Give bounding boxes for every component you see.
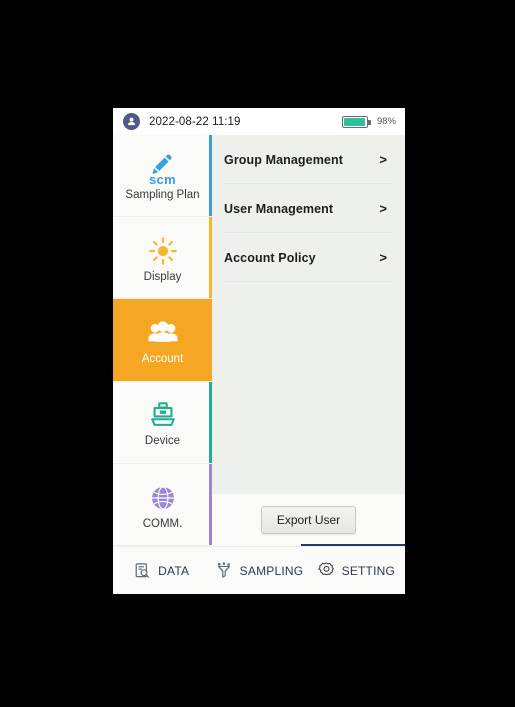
sampling-funnel-icon [215, 562, 233, 579]
globe-icon [149, 479, 177, 517]
sidebar-item-device[interactable]: Device [113, 381, 212, 464]
sidebar-item-sampling-plan[interactable]: scm Sampling Plan [113, 135, 212, 218]
sidebar-item-label: Sampling Plan [125, 189, 200, 202]
content-area: scm Sampling Plan Display Account Device… [113, 135, 405, 547]
user-avatar-icon[interactable] [123, 113, 140, 130]
chevron-right-icon: > [379, 152, 387, 167]
menu-item-label: Group Management [224, 152, 343, 167]
settings-menu-list: Group Management > User Management > Acc… [212, 135, 405, 494]
menu-row-user-management[interactable]: User Management > [212, 184, 405, 233]
sidebar-item-label: Display [143, 270, 182, 283]
chevron-right-icon: > [379, 201, 387, 216]
device-screen: 2022-08-22 11:19 98% scm Sampling Plan D… [113, 108, 405, 594]
menu-item-label: User Management [224, 201, 334, 216]
active-tab-indicator [301, 543, 405, 546]
pen-scm-icon: scm [149, 149, 176, 191]
status-right-group: 98% [341, 115, 396, 128]
chevron-right-icon: > [379, 250, 387, 265]
export-user-button[interactable]: Export User [260, 506, 357, 534]
sun-icon [148, 232, 178, 270]
menu-item-label: Account Policy [224, 250, 316, 265]
sidebar-sub-text-scm: scm [149, 171, 176, 187]
sidebar-item-label: Device [144, 435, 181, 448]
status-bar: 2022-08-22 11:19 98% [113, 108, 405, 135]
main-panel: Group Management > User Management > Acc… [212, 135, 405, 546]
nav-tab-label: SETTING [341, 563, 396, 578]
data-document-search-icon [134, 562, 151, 579]
nav-tab-setting[interactable]: SETTING [308, 547, 405, 594]
menu-row-group-management[interactable]: Group Management > [212, 135, 405, 184]
bottom-nav-bar: DATA SAMPLING SETTING [113, 546, 405, 594]
battery-percent: 98% [376, 116, 396, 127]
nav-tab-label: SAMPLING [239, 563, 304, 578]
battery-fill [343, 117, 366, 126]
nav-tab-label: DATA [158, 563, 190, 578]
nav-tab-sampling[interactable]: SAMPLING [210, 547, 307, 594]
sidebar: scm Sampling Plan Display Account Device… [113, 135, 212, 547]
users-group-icon [147, 314, 179, 352]
device-icon [148, 396, 178, 434]
sidebar-accent-stripe [209, 381, 212, 463]
sidebar-item-label: COMM. [142, 517, 183, 530]
menu-row-account-policy[interactable]: Account Policy > [212, 233, 405, 282]
sidebar-item-account[interactable]: Account [113, 299, 212, 382]
sidebar-item-label: Account [141, 353, 184, 366]
battery-icon [341, 115, 371, 128]
nav-tab-data[interactable]: DATA [113, 547, 210, 594]
action-zone: Export User [212, 494, 405, 546]
sidebar-item-comm[interactable]: COMM. [113, 463, 212, 547]
status-datetime: 2022-08-22 11:19 [149, 115, 241, 128]
sidebar-item-display[interactable]: Display [113, 217, 212, 300]
gear-icon [317, 562, 335, 579]
